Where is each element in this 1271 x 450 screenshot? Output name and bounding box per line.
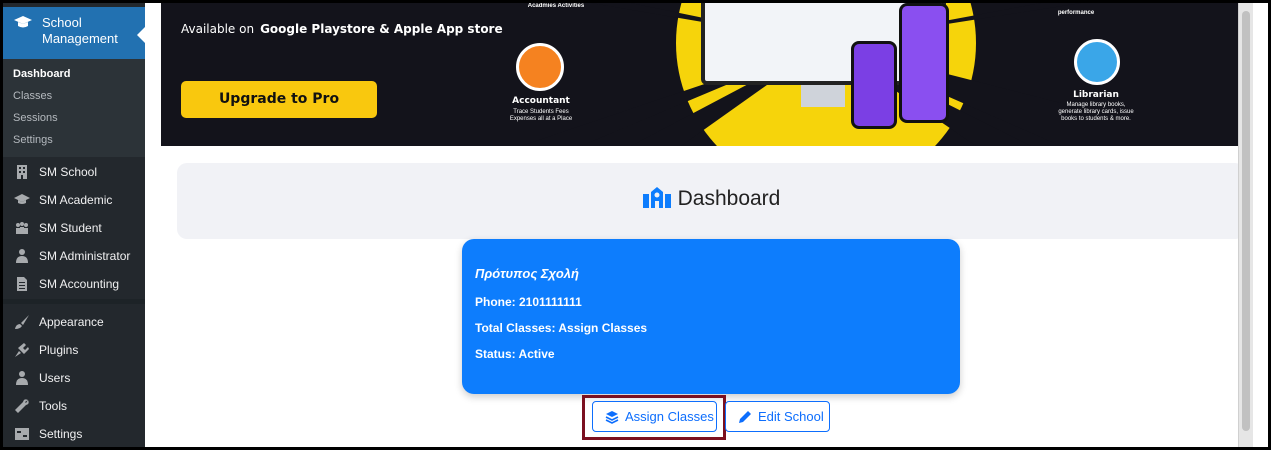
building-icon [14, 164, 30, 180]
pencil-icon [739, 411, 751, 423]
librarian-desc-3: books to students & more. [1061, 116, 1131, 122]
sidebar-item-label: SM Student [39, 221, 102, 235]
page-title: Dashboard [177, 186, 1245, 211]
active-indicator [137, 27, 145, 43]
wrench-icon [14, 398, 30, 414]
edit-school-button[interactable]: Edit School [725, 401, 830, 432]
submenu-sessions[interactable]: Sessions [13, 112, 58, 124]
settings-icon [14, 426, 30, 442]
sidebar-item-label: Appearance [39, 315, 104, 329]
accountant-desc-2: Expenses all at a Place [509, 116, 573, 122]
accountant-desc-1: Trace Students Fees [513, 109, 569, 115]
submenu: Dashboard Classes Sessions Settings [3, 59, 145, 157]
top-right-caption: performance [1057, 10, 1095, 16]
librarian-desc-1: Manage library books, [1066, 102, 1126, 108]
sidebar-item-label: Tools [39, 399, 68, 413]
sidebar-item-plugins[interactable]: Plugins [3, 337, 145, 363]
submenu-dashboard[interactable]: Dashboard [13, 68, 70, 80]
graduation-cap-icon [14, 192, 30, 208]
upgrade-to-pro-button[interactable]: Upgrade to Pro [181, 81, 377, 118]
sidebar-item-settings[interactable]: Settings [3, 421, 145, 447]
phone-mockup [851, 41, 897, 129]
accountant-icon [516, 43, 564, 91]
sidebar-item-tools[interactable]: Tools [3, 393, 145, 419]
sidebar-item-label: SM Administrator [39, 249, 131, 263]
sidebar-item-label: Settings [39, 427, 83, 441]
availability-text: Available on Google Playstore & Apple App… [181, 22, 503, 36]
accountant-title: Accountant [512, 96, 570, 106]
main-content: Available on Google Playstore & Apple App… [145, 3, 1253, 447]
promo-banner: Available on Google Playstore & Apple App… [161, 3, 1242, 146]
sidebar-item-sm-accounting[interactable]: SM Accounting [3, 271, 145, 297]
school-icon [642, 187, 671, 208]
school-status: Status: Active [475, 347, 555, 361]
availability-stores: Google Playstore & Apple App store [260, 22, 503, 36]
scrollbar-thumb[interactable] [1242, 11, 1250, 431]
school-card: Πρότυπος Σχολή Phone: 2101111111 Total C… [462, 239, 960, 394]
school-total-classes: Total Classes: Assign Classes [475, 321, 648, 335]
assign-classes-label: Assign Classes [625, 409, 714, 424]
assign-classes-button[interactable]: Assign Classes [592, 401, 717, 432]
submenu-classes[interactable]: Classes [13, 90, 52, 102]
edit-school-label: Edit School [758, 409, 824, 424]
sidebar-item-sm-student[interactable]: SM Student [3, 215, 145, 241]
school-phone: Phone: 2101111111 [475, 295, 582, 309]
sidebar-item-label: SM Accounting [39, 277, 120, 291]
sidebar-item-users[interactable]: Users [3, 365, 145, 391]
graduation-cap-icon [13, 15, 33, 31]
dashboard-header: Dashboard [177, 163, 1245, 239]
brush-icon [14, 314, 30, 330]
top-left-caption: Acadmies Activities [527, 3, 585, 9]
app-window: School Management Dashboard Classes Sess… [3, 3, 1268, 447]
sidebar-item-sm-administrator[interactable]: SM Administrator [3, 243, 145, 269]
availability-prefix: Available on [181, 22, 255, 36]
user-tie-icon [14, 248, 30, 264]
plug-icon [14, 342, 30, 358]
sidebar-item-label: Plugins [39, 343, 79, 357]
librarian-title: Librarian [1073, 90, 1119, 100]
page-title-text: Dashboard [677, 187, 781, 210]
vertical-scrollbar[interactable] [1238, 3, 1253, 447]
school-name: Πρότυπος Σχολή [475, 266, 579, 281]
phone-mockup [899, 3, 949, 123]
document-icon [14, 276, 30, 292]
menu-separator [3, 299, 145, 304]
layers-icon [605, 411, 619, 424]
sidebar-item-label: SM Academic [39, 193, 113, 207]
sidebar-item-appearance[interactable]: Appearance [3, 309, 145, 335]
sidebar-item-label: School Management [42, 15, 118, 46]
monitor-stand [801, 85, 845, 107]
sidebar-item-school-management[interactable]: School Management [3, 7, 145, 59]
admin-sidebar: School Management Dashboard Classes Sess… [3, 3, 145, 447]
submenu-settings[interactable]: Settings [13, 134, 53, 146]
sidebar-item-sm-academic[interactable]: SM Academic [3, 187, 145, 213]
sidebar-item-label: Users [39, 371, 71, 385]
librarian-desc-2: generate library cards, issue [1058, 109, 1134, 115]
librarian-icon [1074, 39, 1120, 85]
students-icon [14, 220, 30, 236]
sidebar-item-label: SM School [39, 165, 98, 179]
users-icon [14, 370, 30, 386]
sidebar-item-sm-school[interactable]: SM School [3, 159, 145, 185]
